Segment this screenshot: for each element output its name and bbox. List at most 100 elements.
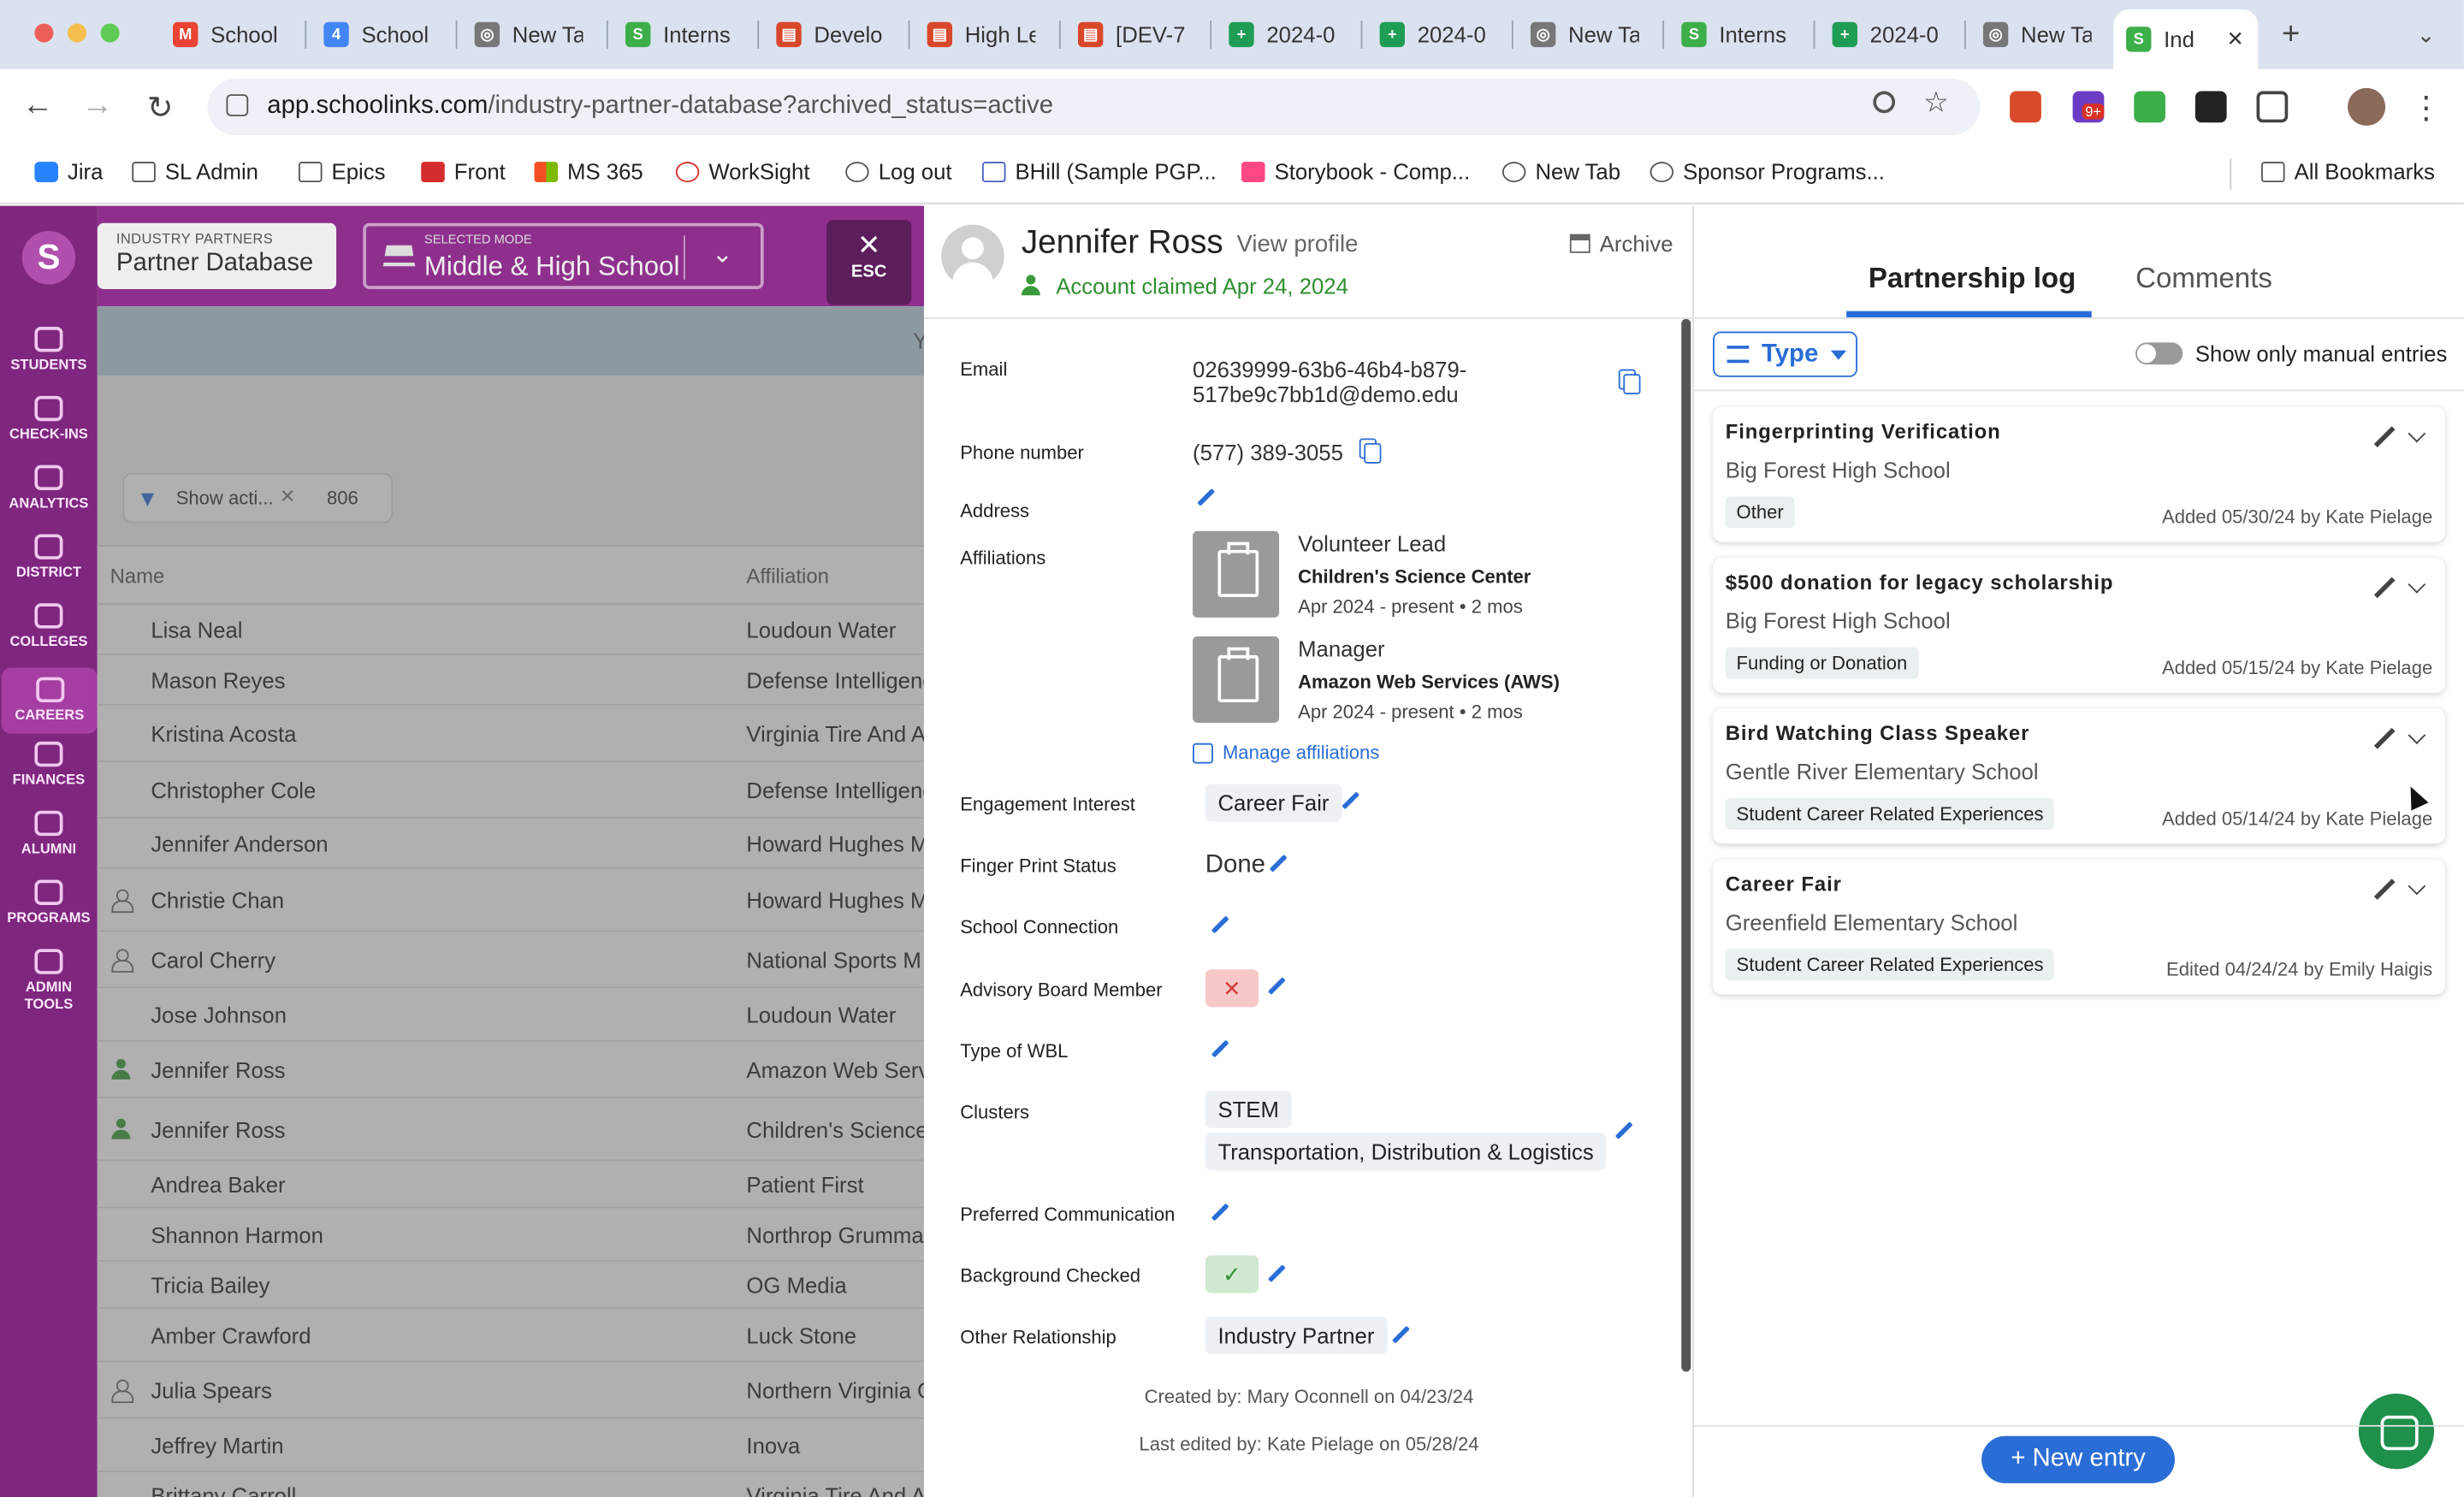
nav-item-alumni[interactable]: ALUMNI [0,810,98,858]
scrollbar[interactable] [1681,318,1691,1372]
edit-clusters-pencil-icon[interactable] [1614,1121,1632,1140]
close-window-button[interactable] [34,23,54,43]
edit-engagement-pencil-icon[interactable] [1341,792,1359,811]
schoolinks-logo[interactable]: S [21,230,76,285]
browser-menu-icon[interactable]: ⋮ [2408,88,2445,127]
manage-affiliations-link[interactable]: Manage affiliations [1193,742,1379,764]
browser-tab[interactable]: ◎ New Ta [1518,13,1662,56]
tab-search-chevron-icon[interactable]: ⌄ [2404,13,2436,56]
close-tab-icon[interactable]: ✕ [2227,27,2244,51]
nav-item-label: STUDENTS [10,356,87,373]
address-bar[interactable]: app.schoolinks.com/industry-partner-data… [207,78,1981,135]
bookmark-ms365[interactable]: MS 365 [534,159,643,184]
edit-fingerprint-pencil-icon[interactable] [1268,855,1287,873]
url-text[interactable]: app.schoolinks.com/industry-partner-data… [267,92,1053,121]
archive-button[interactable]: Archive [1569,231,1673,256]
maximize-window-button[interactable] [100,23,120,43]
log-entry-card[interactable]: Career Fair Greenfield Elementary School S… [1713,859,2445,995]
copy-phone-icon[interactable] [1359,438,1382,464]
bookmark-new-tab[interactable]: New Tab [1502,159,1620,184]
entry-school: Gentle River Elementary School [1725,759,2039,784]
back-arrow-icon[interactable]: ← [19,88,56,124]
zoom-magnifier-icon[interactable] [1873,91,1896,114]
edit-relationship-pencil-icon[interactable] [1390,1326,1409,1345]
browser-tab[interactable]: 4 School [311,13,456,56]
chevron-down-icon[interactable] [2408,424,2426,443]
site-settings-icon[interactable] [226,94,249,116]
browser-tab[interactable]: ◎ New Ta [462,13,607,56]
nav-item-colleges[interactable]: COLLEGES [0,603,98,650]
chevron-down-icon[interactable]: ⌄ [712,239,733,270]
extension-grammarly-icon[interactable] [2194,91,2227,123]
bookmark-jira[interactable]: Jira [34,159,103,184]
storybook-icon [1241,161,1265,182]
esc-close-button[interactable]: ✕ ESC [826,220,912,305]
edit-pencil-icon[interactable] [2372,426,2395,448]
nav-item-analytics[interactable]: ANALYTICS [0,464,98,512]
edit-pencil-icon[interactable] [2372,577,2395,599]
nav-item-district[interactable]: DISTRICT [0,534,98,581]
all-bookmarks[interactable]: All Bookmarks [2261,159,2435,184]
browser-tab[interactable]: S Interns [1669,13,1814,56]
bookmark-star-icon[interactable]: ☆ [1923,86,1949,120]
manual-entries-toggle[interactable] [2135,342,2183,365]
edit-pencil-icon[interactable] [2372,727,2395,749]
tab-partnership-log[interactable]: Partnership log [1869,263,2076,296]
bookmark-sl-admin[interactable]: SL Admin [132,159,258,184]
forward-arrow-icon[interactable]: → [79,88,116,124]
minimize-window-button[interactable] [67,23,87,43]
edit-background-pencil-icon[interactable] [1266,1265,1285,1284]
nav-item-careers[interactable]: CAREERS [1,667,98,734]
edit-advisory-pencil-icon[interactable] [1266,977,1285,996]
browser-tab[interactable]: ▤ Develo [764,13,909,56]
chat-support-icon[interactable] [2358,1393,2435,1470]
browser-tab[interactable]: M School [160,13,305,56]
bookmark-front[interactable]: Front [421,159,506,184]
tab-comments[interactable]: Comments [2135,263,2272,296]
bookmark-worksight[interactable]: WorkSight [675,159,810,184]
new-tab-plus-icon[interactable]: + [2269,13,2300,56]
chevron-down-icon[interactable] [2408,726,2426,744]
edit-school-connection-pencil-icon[interactable] [1210,916,1229,935]
edit-communication-pencil-icon[interactable] [1210,1204,1229,1222]
browser-tab[interactable]: +2024-0 [1367,13,1512,56]
browser-tab[interactable]: S Interns [613,13,757,56]
browser-tab[interactable]: +2024-0 [1217,13,1361,56]
copy-email-icon[interactable] [1618,369,1641,395]
extension-red-icon[interactable] [2010,91,2041,123]
chevron-down-icon[interactable] [2408,877,2426,896]
bookmark-bhill[interactable]: BHill (Sample PGP... [981,159,1217,184]
log-entry-card[interactable]: Fingerprinting Verification Big Forest Hi… [1713,406,2445,542]
bookmark-sponsor-programs[interactable]: Sponsor Programs... [1650,159,1885,184]
log-entry-card[interactable]: Bird Watching Class Speaker Gentle River … [1713,708,2445,844]
extension-schoolinks-icon[interactable] [2134,91,2165,123]
browser-tab[interactable]: +2024-0 [1820,13,1964,56]
chevron-down-icon[interactable] [2408,575,2426,594]
active-browser-tab[interactable]: S Ind ✕ [2113,9,2259,69]
section-switcher[interactable]: INDUSTRY PARTNERS Partner Database [97,222,337,289]
extension-badge-icon[interactable]: 9+ [2072,91,2105,123]
bookmark-log-out[interactable]: Log out [845,159,952,184]
browser-tab[interactable]: ◎ New Ta [1970,13,2115,56]
browser-tab[interactable]: ▤ [DEV-7 [1065,13,1210,56]
reload-icon[interactable]: ↻ [141,88,179,127]
extensions-puzzle-icon[interactable] [2256,91,2289,123]
new-entry-button[interactable]: + New entry [1981,1435,2175,1483]
edit-address-pencil-icon[interactable] [1196,488,1215,507]
log-entry-card[interactable]: $500 donation for legacy scholarship Big … [1713,558,2445,693]
profile-avatar[interactable] [2348,87,2386,126]
bookmark-storybook[interactable]: Storybook - Comp... [1241,159,1470,184]
edit-pencil-icon[interactable] [2372,879,2395,901]
browser-tab[interactable]: ▤ High Le [915,13,1059,56]
nav-item-programs[interactable]: PROGRAMS [0,879,98,927]
nav-item-admin-tools[interactable]: ADMIN TOOLS [0,949,98,1013]
edit-wbl-pencil-icon[interactable] [1210,1040,1229,1059]
modal-overlay[interactable] [97,306,924,1497]
nav-item-finances[interactable]: FINANCES [0,741,98,789]
type-filter-button[interactable]: Type [1713,331,1857,377]
nav-item-students[interactable]: STUDENTS [0,327,98,374]
bookmark-epics[interactable]: Epics [298,159,385,184]
mode-selector[interactable]: SELECTED MODE Middle & High School ⌄ [363,222,764,289]
nav-item-check-ins[interactable]: CHECK-INS [0,395,98,443]
view-profile-link[interactable]: View profile [1236,231,1358,257]
